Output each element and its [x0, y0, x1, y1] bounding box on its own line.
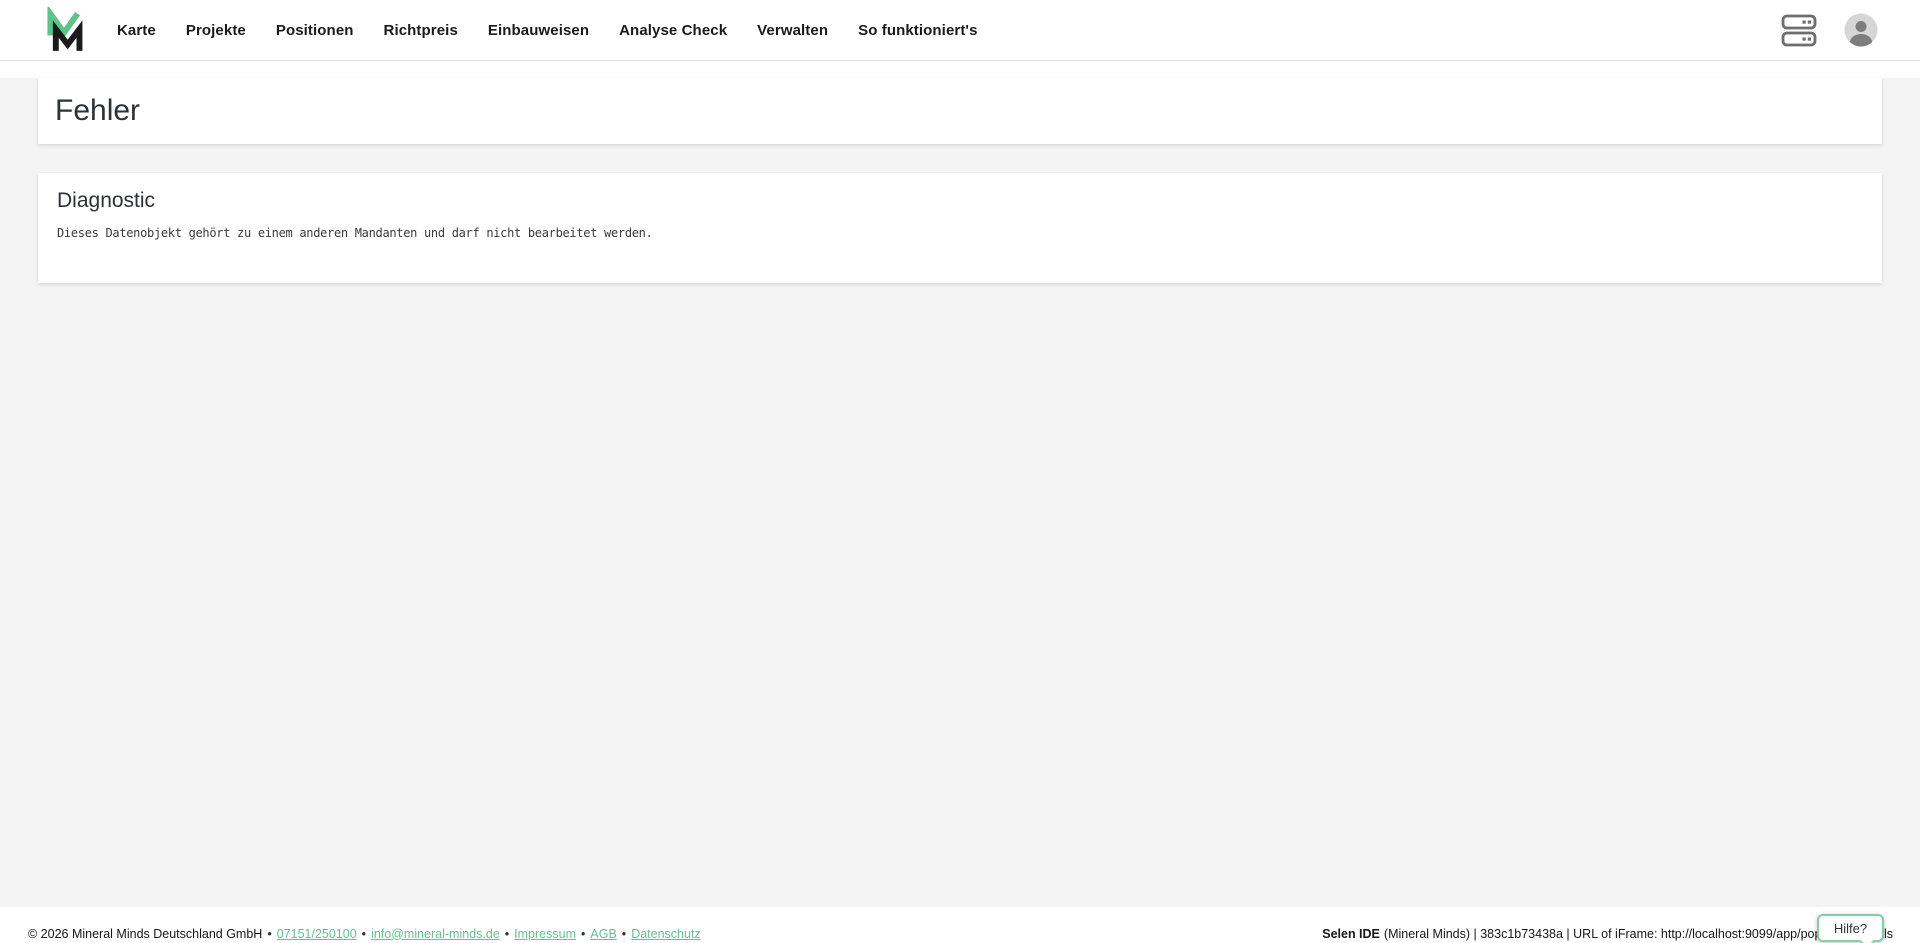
diagnostic-title: Diagnostic [57, 189, 1863, 213]
server-icon [1781, 14, 1817, 47]
error-title-card: Fehler [38, 78, 1882, 144]
mineral-minds-logo-icon [44, 7, 84, 53]
agb-link[interactable]: AGB [590, 927, 616, 941]
phone-link[interactable]: 07151/250100 [277, 927, 357, 941]
separator-dot: • [622, 927, 626, 941]
nav-item[interactable]: Richtpreis [384, 22, 458, 39]
separator-dot: • [362, 927, 366, 941]
nav-item[interactable]: Positionen [276, 22, 354, 39]
nav-item[interactable]: Karte [117, 22, 156, 39]
content-area: Fehler Diagnostic Dieses Datenobjekt geh… [0, 78, 1920, 907]
copyright-text: © 2026 Mineral Minds Deutschland GmbH [28, 927, 262, 941]
impressum-link[interactable]: Impressum [514, 927, 576, 941]
separator-dot: • [505, 927, 509, 941]
server-button[interactable] [1781, 14, 1817, 47]
help-button-label: Hilfe? [1834, 921, 1867, 936]
separator-dot: • [581, 927, 585, 941]
footer-left: © 2026 Mineral Minds Deutschland GmbH • … [28, 927, 701, 941]
user-avatar-button[interactable] [1844, 13, 1878, 47]
nav-item[interactable]: Verwalten [757, 22, 828, 39]
footer-right: Selen IDE (Mineral Minds) | 383c1b73438a… [1322, 927, 1893, 941]
app-logo[interactable] [44, 7, 84, 53]
separator-dot: • [267, 927, 271, 941]
email-link[interactable]: info@mineral-minds.de [371, 927, 500, 941]
page-title: Fehler [55, 94, 140, 128]
diagnostic-message: Dieses Datenobjekt gehört zu einem ander… [57, 226, 1863, 240]
help-button[interactable]: Hilfe? [1817, 914, 1884, 942]
main-nav: Karte Projekte Positionen Richtpreis Ein… [117, 22, 978, 39]
footer-bar: © 2026 Mineral Minds Deutschland GmbH • … [0, 907, 1920, 943]
nav-item[interactable]: Projekte [186, 22, 246, 39]
nav-item[interactable]: Einbauweisen [488, 22, 589, 39]
top-nav-bar: Karte Projekte Positionen Richtpreis Ein… [0, 0, 1920, 61]
user-avatar-icon [1844, 13, 1878, 47]
nav-item[interactable]: Analyse Check [619, 22, 727, 39]
nav-item[interactable]: So funktioniert's [858, 22, 977, 39]
app-name: Selen IDE [1322, 927, 1380, 941]
header-actions [1781, 13, 1878, 47]
datenschutz-link[interactable]: Datenschutz [631, 927, 700, 941]
diagnostic-card: Diagnostic Dieses Datenobjekt gehört zu … [38, 173, 1882, 283]
